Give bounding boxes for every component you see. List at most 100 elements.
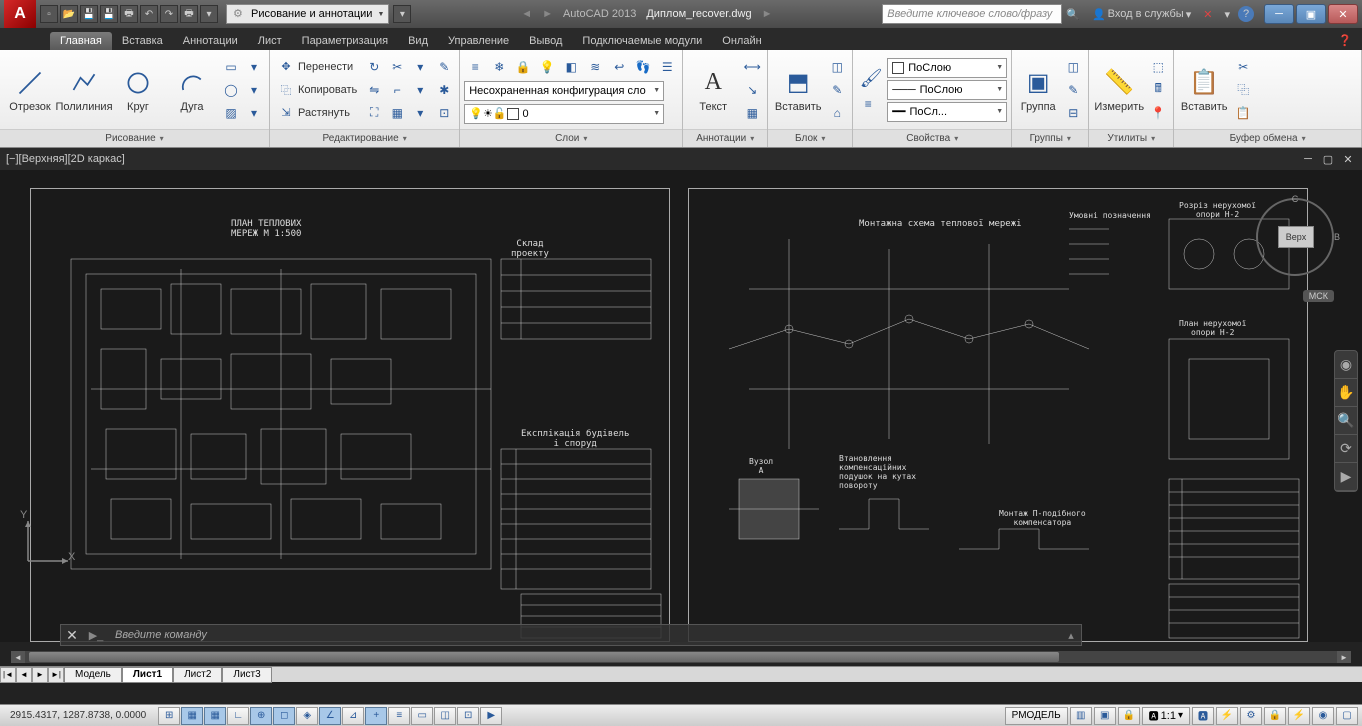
tab-view[interactable]: Вид (398, 32, 438, 50)
ellipse-icon[interactable]: ◯ (220, 79, 242, 101)
tab-insert[interactable]: Вставка (112, 32, 173, 50)
group-button[interactable]: ▣Группа (1016, 54, 1060, 126)
save-icon[interactable]: 💾 (80, 5, 98, 23)
array-icon[interactable]: ▦ (386, 102, 408, 124)
leader-icon[interactable]: ↘ (741, 79, 763, 101)
snap-icon[interactable]: ▦ (181, 707, 203, 725)
workspace-dropdown[interactable]: ⚙ Рисование и аннотации (226, 4, 389, 24)
new-icon[interactable]: ▫ (40, 5, 58, 23)
osnap-icon[interactable]: ◻ (273, 707, 295, 725)
help-dropdown-icon[interactable]: ▾ (1220, 8, 1234, 21)
tab-annotate[interactable]: Аннотации (173, 32, 248, 50)
block-create-icon[interactable]: ◫ (826, 56, 848, 78)
annotation-auto-icon[interactable]: ⚡ (1216, 707, 1238, 725)
maximize-button[interactable]: ▣ (1296, 4, 1326, 24)
isolate-icon[interactable]: ◉ (1312, 707, 1334, 725)
infer-icon[interactable]: ⊞ (158, 707, 180, 725)
tab-parametric[interactable]: Параметризация (292, 32, 398, 50)
viewport-label[interactable]: [−][Верхняя][2D каркас] (6, 153, 125, 165)
ws-save-icon[interactable]: ▾ (393, 5, 411, 23)
tab-model[interactable]: Модель (64, 667, 122, 683)
tab-home[interactable]: Главная (50, 32, 112, 50)
text-button[interactable]: AТекст (687, 54, 739, 126)
annotation-vis-icon[interactable]: 🅰 (1192, 707, 1214, 725)
saveas-icon[interactable]: 💾 (100, 5, 118, 23)
sc-icon[interactable]: ⊡ (457, 707, 479, 725)
tab-online[interactable]: Онлайн (712, 32, 771, 50)
layer-off-icon[interactable]: 💡 (536, 56, 558, 78)
viewcube[interactable]: Верх С В (1256, 198, 1334, 276)
app-logo[interactable]: A (4, 0, 36, 28)
ducs-icon[interactable]: ⊿ (342, 707, 364, 725)
tab-output[interactable]: Вывод (519, 32, 572, 50)
ws-switch-icon[interactable]: ⚙ (1240, 707, 1262, 725)
polyline-button[interactable]: Полилиния (58, 54, 110, 126)
max-vp-icon[interactable]: ▣ (1094, 707, 1116, 725)
stretch-button[interactable]: ⇲Растянуть (274, 102, 361, 124)
dim-linear-icon[interactable]: ⟷ (741, 56, 763, 78)
vp-minimize-icon[interactable]: ─ (1300, 151, 1316, 167)
tab-sheet2[interactable]: Лист2 (173, 667, 222, 683)
panel-layers-title[interactable]: Слои (460, 129, 682, 147)
array-dd[interactable]: ▾ (409, 102, 431, 124)
layout-first-icon[interactable]: |◄ (0, 667, 16, 683)
qat-dropdown-icon[interactable]: ▾ (200, 5, 218, 23)
group-sel-icon[interactable]: ⊟ (1062, 102, 1084, 124)
scale-icon[interactable]: ⛶ (363, 102, 385, 124)
layer-iso-icon[interactable]: ◧ (560, 56, 582, 78)
panel-draw-title[interactable]: Рисование (0, 129, 269, 147)
tab-sheet1[interactable]: Лист1 (122, 667, 173, 683)
color-combo[interactable]: ПоСлою (887, 58, 1007, 78)
nav-left-icon[interactable]: ◄ (521, 8, 532, 20)
layer-props-icon[interactable]: ≡ (464, 56, 486, 78)
undo-icon[interactable]: ↶ (140, 5, 158, 23)
panel-utilities-title[interactable]: Утилиты (1089, 129, 1173, 147)
layer-combo[interactable]: 💡 ☀ 🔓 0 (464, 104, 664, 124)
viewcube-wcs-label[interactable]: МСК (1303, 290, 1334, 302)
scrollbar-thumb[interactable] (29, 652, 1059, 662)
layout-last-icon[interactable]: ►| (48, 667, 64, 683)
nav-wheel-icon[interactable]: ◉ (1335, 351, 1357, 379)
id-point-icon[interactable]: 📍 (1147, 102, 1169, 124)
layout-next-icon[interactable]: ► (32, 667, 48, 683)
select-all-icon[interactable]: ⬚ (1147, 56, 1169, 78)
model-paper-button[interactable]: РМОДЕЛЬ (1005, 707, 1068, 725)
insert-block-button[interactable]: ⬒Вставить (772, 54, 824, 126)
ellipse-dd-icon[interactable]: ▾ (243, 79, 265, 101)
tab-sheet3[interactable]: Лист3 (222, 667, 271, 683)
layer-state-icon[interactable]: ☰ (656, 56, 678, 78)
panel-block-title[interactable]: Блок (768, 129, 852, 147)
plot-icon[interactable]: 🖶 (120, 5, 138, 23)
ungroup-icon[interactable]: ◫ (1062, 56, 1084, 78)
viewcube-face[interactable]: Верх (1278, 226, 1314, 248)
rect-dd-icon[interactable]: ▾ (243, 56, 265, 78)
otrack-icon[interactable]: ∠ (319, 707, 341, 725)
quick-calc-icon[interactable]: 🖩 (1147, 79, 1169, 101)
nav-pan-icon[interactable]: ✋ (1335, 379, 1357, 407)
command-line[interactable]: ✕ ▶_ Введите команду ▴ (60, 624, 1082, 646)
viewcube-east[interactable]: В (1334, 232, 1340, 242)
hardware-accel-icon[interactable]: ⚡ (1288, 707, 1310, 725)
measure-button[interactable]: 📏Измерить (1093, 54, 1145, 126)
move-button[interactable]: ✥Перенести (274, 56, 361, 78)
match-props-icon[interactable]: 🖌 (857, 64, 885, 92)
linetype-combo[interactable]: ───ПоСлою (887, 80, 1007, 100)
sign-in-button[interactable]: 👤 Вход в службы ▾ (1088, 8, 1195, 21)
lineweight-combo[interactable]: ━━ПоСл... (887, 102, 1007, 122)
polar-icon[interactable]: ⊕ (250, 707, 272, 725)
redo-icon[interactable]: ↷ (160, 5, 178, 23)
scroll-right-icon[interactable]: ► (1337, 651, 1351, 663)
block-edit-icon[interactable]: ✎ (826, 79, 848, 101)
hatch-icon[interactable]: ▨ (220, 102, 242, 124)
layer-prev-icon[interactable]: ↩ (608, 56, 630, 78)
copy-button[interactable]: ⿻Копировать (274, 79, 361, 101)
coordinates-display[interactable]: 2915.4317, 1287.8738, 0.0000 (4, 710, 152, 721)
search-input[interactable]: Введите ключевое слово/фразу (882, 4, 1062, 24)
cmd-close-icon[interactable]: ✕ (61, 627, 83, 644)
help-icon[interactable]: ? (1238, 6, 1254, 22)
qp-icon[interactable]: ◫ (434, 707, 456, 725)
print-icon[interactable]: 🖶 (180, 5, 198, 23)
panel-groups-title[interactable]: Группы (1012, 129, 1088, 147)
ribbon-help-icon[interactable]: ❓ (1328, 31, 1362, 50)
block-attr-icon[interactable]: ⌂ (826, 102, 848, 124)
